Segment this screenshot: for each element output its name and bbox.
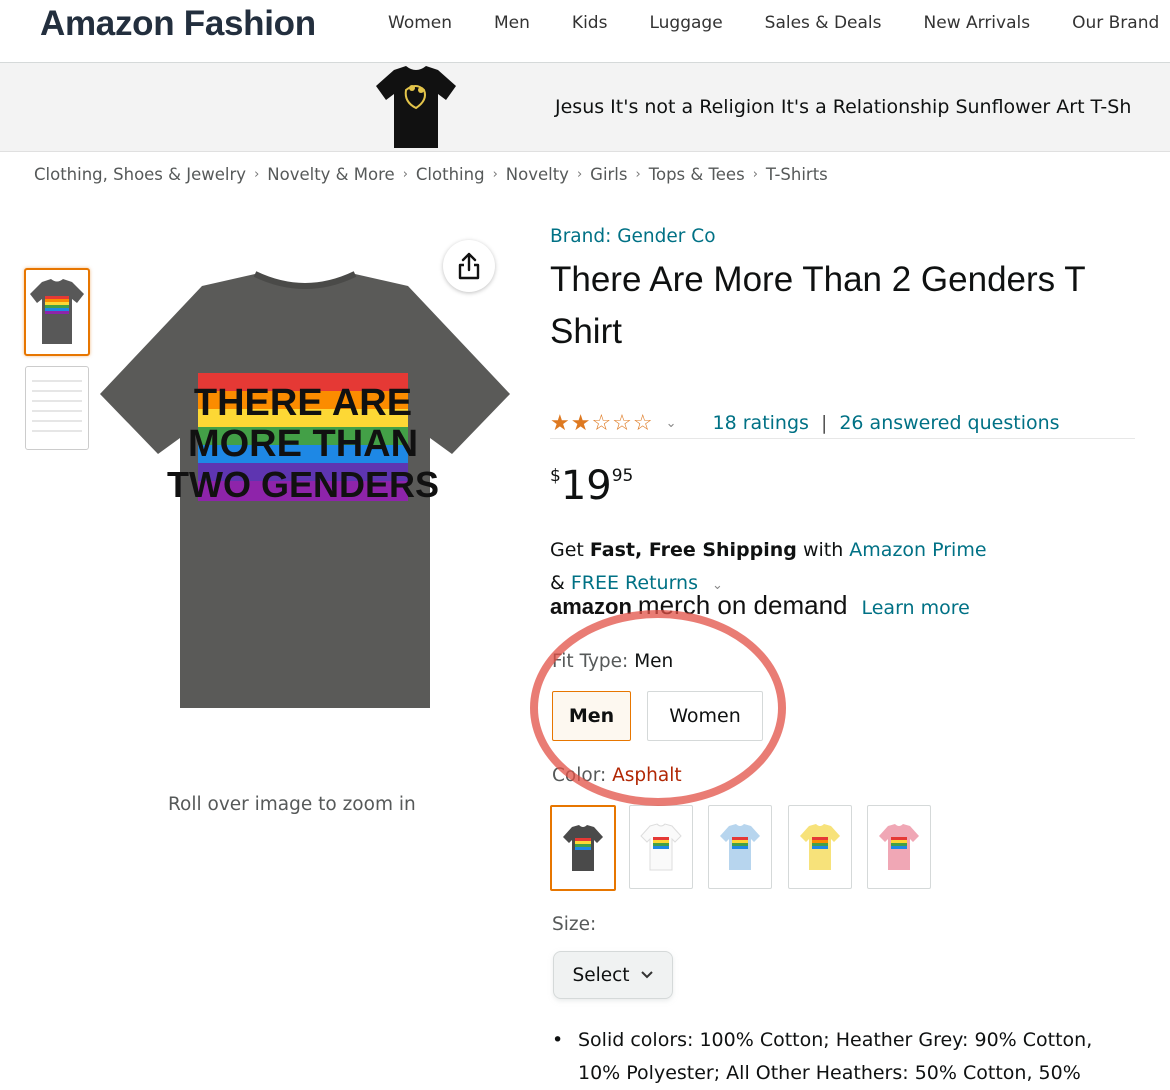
chevron-right-icon: › [576, 167, 583, 182]
shirt-print-line-1: THERE ARE [194, 382, 412, 424]
color-value: Asphalt [612, 765, 682, 786]
product-title-line-2: Shirt [550, 312, 622, 351]
size-select-label: Select [572, 964, 630, 986]
feature-bullet: • Solid colors: 100% Cotton; Heather Grey… [552, 1024, 1142, 1090]
promo-text[interactable]: Jesus It's not a Religion It's a Relatio… [555, 96, 1131, 118]
share-button[interactable] [443, 240, 495, 292]
rating-separator: | [820, 412, 828, 434]
chevron-right-icon: › [402, 167, 408, 182]
thumbnail-1[interactable] [24, 268, 90, 356]
breadcrumb-item[interactable]: Clothing [416, 165, 485, 184]
thumbnail-2[interactable] [25, 366, 89, 450]
breadcrumb-item[interactable]: Clothing, Shoes & Jewelry [34, 165, 246, 184]
chevron-right-icon: › [752, 167, 758, 182]
feature-bullet-line-1: Solid colors: 100% Cotton; Heather Grey:… [578, 1029, 1093, 1051]
color-swatch-yellow[interactable] [788, 805, 852, 889]
merch-on-demand: amazon merch on demand Learn more [550, 590, 970, 621]
chevron-right-icon: › [492, 167, 498, 182]
breadcrumb-item[interactable]: Novelty [506, 165, 569, 184]
shirt-print-line-3: TWO GENDERS [167, 464, 439, 505]
star-rating-icon[interactable]: ★★☆☆☆ [550, 411, 654, 436]
nav-luggage[interactable]: Luggage [649, 13, 722, 33]
rating-row: ★★☆☆☆ ⌄ 18 ratings | 26 answered questio… [550, 408, 1135, 439]
nav-men[interactable]: Men [494, 13, 530, 33]
breadcrumb-item[interactable]: Novelty & More [267, 165, 394, 184]
share-icon [458, 252, 480, 280]
thumbnail-size-chart-image [32, 380, 82, 432]
color-swatch-blue[interactable] [708, 805, 772, 889]
prime-link[interactable]: Amazon Prime [849, 539, 986, 561]
breadcrumb-item[interactable]: Girls [590, 165, 627, 184]
color-swatch-white[interactable] [629, 805, 693, 889]
price-fraction: 95 [611, 466, 634, 486]
brand-link[interactable]: Brand: Gender Co [550, 226, 716, 247]
color-swatch-pink[interactable] [867, 805, 931, 889]
shipping-with-text: with [796, 539, 850, 561]
learn-more-link[interactable]: Learn more [861, 597, 969, 619]
size-label: Size: [552, 914, 597, 935]
promo-shirt-image[interactable] [372, 64, 460, 150]
chevron-right-icon: › [635, 167, 641, 182]
nav-sales-deals[interactable]: Sales & Deals [765, 13, 882, 33]
nav-kids[interactable]: Kids [572, 13, 608, 33]
color-swatch-asphalt[interactable] [550, 805, 616, 891]
size-select[interactable]: Select [553, 951, 673, 999]
chevron-down-icon [640, 971, 653, 979]
zoom-hint: Roll over image to zoom in [168, 794, 416, 815]
main-product-image[interactable]: THERE ARE MORE THAN TWO GENDERS [90, 270, 520, 715]
chevron-down-icon[interactable]: ⌄ [666, 416, 677, 431]
breadcrumb: Clothing, Shoes & Jewelry › Novelty & Mor… [34, 165, 828, 184]
nav-our-brands[interactable]: Our Brand [1072, 13, 1159, 33]
thumbnail-shirt-image [30, 279, 84, 344]
product-title: There Are More Than 2 Genders T Shirt [550, 254, 1150, 358]
fit-type-value: Men [634, 651, 674, 672]
breadcrumb-item[interactable]: T-Shirts [766, 165, 828, 184]
amazon-logo-text: amazon [550, 594, 632, 619]
chevron-right-icon: › [254, 167, 260, 182]
fit-type-label: Fit Type: Men [552, 651, 673, 672]
fit-option-women[interactable]: Women [647, 691, 763, 741]
store-logo[interactable]: Amazon Fashion [40, 4, 316, 44]
ratings-link[interactable]: 18 ratings [713, 412, 809, 434]
nav-women[interactable]: Women [388, 13, 452, 33]
color-label: Color: Asphalt [552, 765, 682, 786]
feature-bullet-line-2: 10% Polyester; All Other Heathers: 50% C… [578, 1062, 1081, 1084]
shipping-get-text: Get [550, 539, 590, 561]
swatch-shirt-image [879, 824, 919, 870]
price-symbol: $ [550, 466, 561, 486]
color-label-text: Color: [552, 765, 613, 786]
swatch-shirt-image [640, 823, 682, 871]
fit-type-label-text: Fit Type: [552, 651, 635, 672]
fit-option-men[interactable]: Men [552, 691, 631, 741]
bullet-dot: • [552, 1029, 564, 1051]
swatch-shirt-image [563, 825, 603, 871]
category-nav: Women Men Kids Luggage Sales & Deals New… [388, 13, 1170, 33]
price-whole: 19 [560, 463, 612, 509]
price: $1995 [550, 462, 633, 510]
nav-new-arrivals[interactable]: New Arrivals [924, 13, 1031, 33]
breadcrumb-item[interactable]: Tops & Tees [649, 165, 745, 184]
shirt-print-line-2: MORE THAN [188, 423, 418, 465]
swatch-shirt-image [720, 824, 760, 870]
questions-link[interactable]: 26 answered questions [839, 412, 1059, 434]
merch-text: merch on demand [637, 590, 848, 620]
swatch-shirt-image [800, 824, 840, 870]
product-title-line-1: There Are More Than 2 Genders T [550, 260, 1086, 299]
shipping-bold-text: Fast, Free Shipping [589, 539, 797, 561]
